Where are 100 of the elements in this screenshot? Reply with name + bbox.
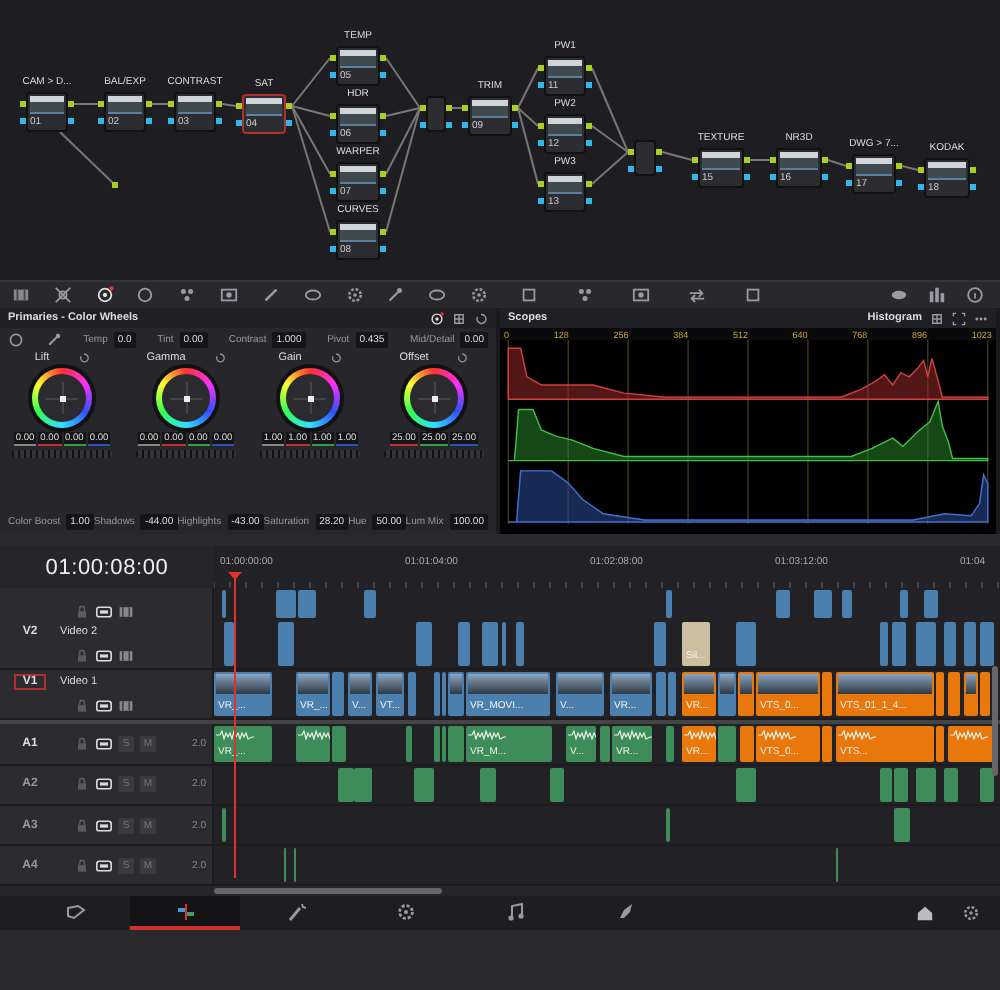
timeline-clip[interactable]	[738, 671, 754, 716]
ellipse-icon[interactable]	[303, 286, 322, 304]
timeline-clip[interactable]	[502, 622, 506, 666]
reset-icon[interactable]	[329, 352, 342, 364]
timeline-clip[interactable]	[666, 725, 674, 762]
timeline-clip[interactable]	[736, 622, 756, 666]
color-wheel[interactable]	[280, 368, 340, 428]
timeline-clip[interactable]	[338, 767, 354, 802]
reset-icon[interactable]	[77, 352, 90, 364]
page-tab[interactable]	[130, 896, 240, 930]
timeline-clip[interactable]	[776, 590, 790, 619]
reset-icon[interactable]	[213, 352, 226, 364]
scrollbar-thumb[interactable]	[992, 666, 998, 776]
timeline-clip[interactable]	[332, 725, 346, 762]
mixer-node[interactable]	[634, 140, 656, 176]
film-icon[interactable]	[118, 697, 134, 714]
timeline-clip[interactable]	[948, 725, 994, 762]
eyedropper-icon[interactable]	[45, 332, 62, 348]
window-icon[interactable]	[631, 286, 649, 304]
timeline-clip[interactable]	[718, 725, 736, 762]
link-select-icon[interactable]	[96, 857, 112, 874]
circle-icon[interactable]	[136, 286, 155, 304]
home-icon[interactable]	[916, 904, 934, 922]
timeline-clip[interactable]	[480, 767, 496, 802]
scrollbar-thumb[interactable]	[214, 888, 442, 895]
info-icon[interactable]	[966, 286, 984, 304]
timeline-clip[interactable]	[894, 767, 908, 802]
timeline-clip[interactable]	[822, 671, 832, 716]
ellipse-icon[interactable]	[428, 286, 447, 304]
timeline-clip[interactable]	[550, 767, 564, 802]
timeline-clip[interactable]	[284, 848, 286, 883]
color-wheel[interactable]	[156, 368, 216, 428]
timeline-clip[interactable]	[458, 622, 470, 666]
timeline-clip[interactable]	[936, 671, 944, 716]
timeline-clip[interactable]	[276, 590, 296, 619]
timeline-clip[interactable]	[414, 767, 434, 802]
square-icon[interactable]	[519, 286, 537, 304]
timeline-clip[interactable]	[668, 671, 676, 716]
timeline-clip[interactable]	[880, 767, 892, 802]
timeline-clip[interactable]	[482, 622, 498, 666]
film-icon[interactable]	[11, 286, 30, 304]
timeline-clip[interactable]	[880, 622, 888, 666]
eye-icon[interactable]	[890, 286, 908, 304]
timeline-clip[interactable]	[364, 590, 376, 619]
dots-icon[interactable]	[575, 286, 593, 304]
timeline-clip[interactable]	[936, 725, 944, 762]
expand-icon[interactable]	[952, 311, 966, 325]
square-icon[interactable]	[743, 286, 761, 304]
timeline-clip[interactable]	[434, 725, 440, 762]
window-icon[interactable]	[220, 286, 239, 304]
reset-icon[interactable]	[456, 352, 469, 364]
timeline-icon[interactable]	[175, 901, 195, 921]
timeline-clip[interactable]	[654, 622, 666, 666]
link-select-icon[interactable]	[96, 697, 112, 714]
timeline-clip[interactable]	[718, 671, 736, 716]
timeline-clip[interactable]	[408, 671, 416, 716]
target-icon[interactable]	[430, 311, 444, 325]
timeline-clip[interactable]	[222, 590, 226, 619]
crosshair-icon[interactable]	[53, 286, 72, 304]
timeline-clip[interactable]	[944, 622, 956, 666]
timeline-clip[interactable]	[298, 590, 316, 619]
timeline-clip[interactable]	[740, 725, 754, 762]
timeline-clip[interactable]	[516, 622, 524, 666]
pen-icon[interactable]	[261, 286, 280, 304]
timeline-clip[interactable]	[892, 622, 906, 666]
film-icon[interactable]	[118, 604, 134, 621]
link-select-icon[interactable]	[96, 817, 112, 834]
grid-icon[interactable]	[452, 311, 466, 325]
timeline-clip[interactable]	[836, 848, 838, 883]
timeline-clip[interactable]	[332, 671, 344, 716]
circle-icon[interactable]	[8, 332, 24, 348]
timeline-clip[interactable]	[448, 671, 464, 716]
timeline-clip[interactable]	[964, 671, 978, 716]
wand-icon[interactable]	[285, 901, 305, 921]
timeline-clip[interactable]	[222, 807, 226, 843]
timeline-clip[interactable]	[916, 622, 936, 666]
timeline-clip[interactable]	[948, 671, 960, 716]
timeline-clip[interactable]	[354, 767, 372, 802]
timeline-clip[interactable]	[894, 807, 910, 843]
link-select-icon[interactable]	[96, 735, 112, 752]
timeline-clip[interactable]	[224, 622, 234, 666]
timeline-clip[interactable]	[278, 622, 294, 666]
timeline-clip[interactable]	[434, 671, 440, 716]
note-icon[interactable]	[505, 901, 525, 921]
mixer-node[interactable]	[426, 96, 446, 132]
timeline-clip[interactable]	[442, 671, 446, 716]
timeline-clip[interactable]	[980, 671, 990, 716]
timeline-clip[interactable]	[296, 725, 330, 762]
timeline-clip[interactable]	[666, 590, 672, 619]
timeline-clip[interactable]	[442, 725, 446, 762]
timeline-clip[interactable]	[900, 590, 908, 619]
timeline-clip[interactable]	[736, 767, 756, 802]
timeline-clip[interactable]	[916, 767, 936, 802]
timeline-clip[interactable]	[600, 725, 610, 762]
link-select-icon[interactable]	[96, 604, 112, 621]
timeline-clip[interactable]	[924, 590, 938, 619]
link-select-icon[interactable]	[96, 647, 112, 664]
eyedropper-icon[interactable]	[386, 286, 405, 304]
timeline-clip[interactable]	[666, 807, 670, 843]
dots-icon[interactable]	[178, 286, 197, 304]
